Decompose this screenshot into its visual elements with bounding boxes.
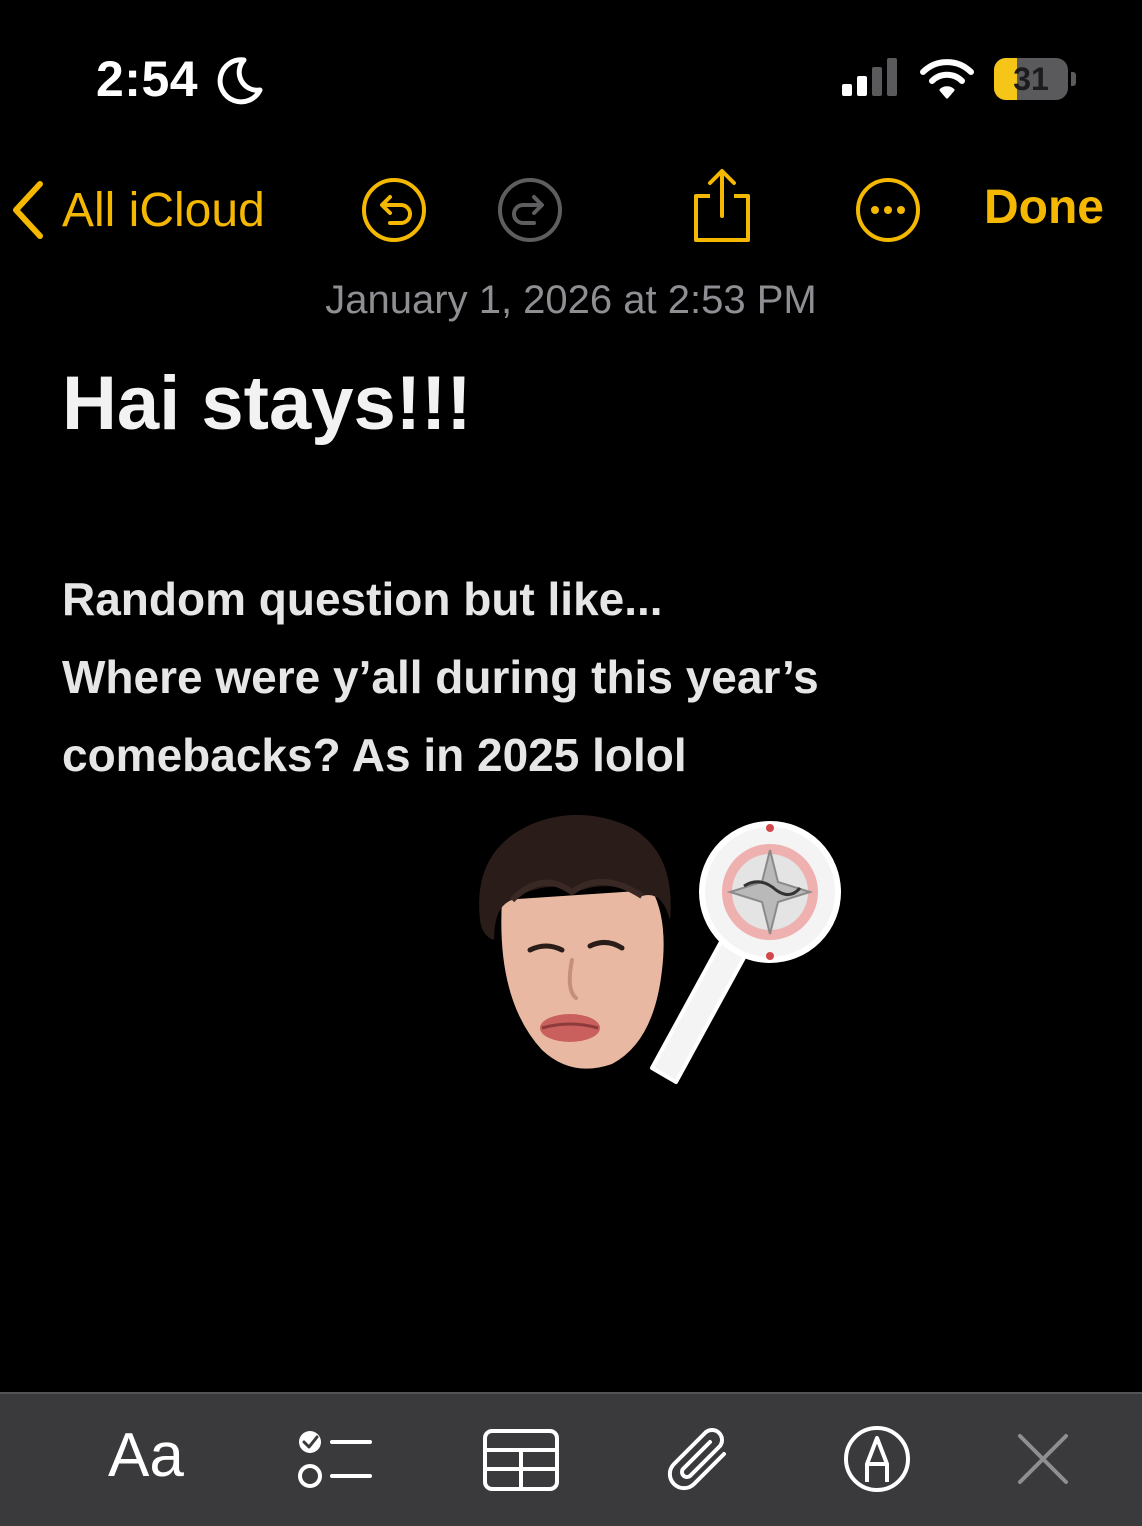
nav-bar: All iCloud Done: [0, 160, 1142, 260]
close-icon[interactable]: [1016, 1432, 1070, 1486]
note-body-line: Random question but like...: [62, 573, 663, 625]
markup-pen-icon[interactable]: [842, 1424, 912, 1494]
battery-percent: 31: [1013, 61, 1049, 97]
signal-icon: [842, 58, 897, 96]
back-label: All iCloud: [62, 183, 265, 237]
note-body[interactable]: Random question but like... Where were y…: [62, 560, 1102, 794]
battery-icon: 31: [994, 58, 1078, 102]
note-date: January 1, 2026 at 2:53 PM: [325, 278, 817, 322]
more-icon[interactable]: [854, 176, 922, 244]
status-bar: 2:54 31: [0, 0, 1142, 150]
checklist-icon[interactable]: [296, 1428, 372, 1492]
note-body-line: Where were y’all during this year’s: [62, 651, 819, 703]
wifi-icon: [920, 59, 974, 99]
lightstick-sticker[interactable]: [640, 820, 850, 1090]
status-time: 2:54: [96, 51, 199, 107]
back-button[interactable]: All iCloud: [10, 170, 265, 250]
format-button[interactable]: Aa: [108, 1420, 184, 1491]
redo-icon[interactable]: [496, 176, 564, 244]
formatting-toolbar: Aa: [0, 1392, 1142, 1526]
note-body-line: comebacks? As in 2025 lolol: [62, 729, 687, 781]
table-icon[interactable]: [482, 1428, 560, 1492]
paperclip-icon[interactable]: [664, 1424, 738, 1498]
done-button[interactable]: Done: [984, 180, 1104, 235]
undo-icon[interactable]: [360, 176, 428, 244]
chevron-left-icon: [13, 181, 43, 239]
note-title[interactable]: Hai stays!!!: [62, 360, 472, 447]
share-icon[interactable]: [690, 166, 754, 246]
moon-icon: [217, 57, 263, 105]
